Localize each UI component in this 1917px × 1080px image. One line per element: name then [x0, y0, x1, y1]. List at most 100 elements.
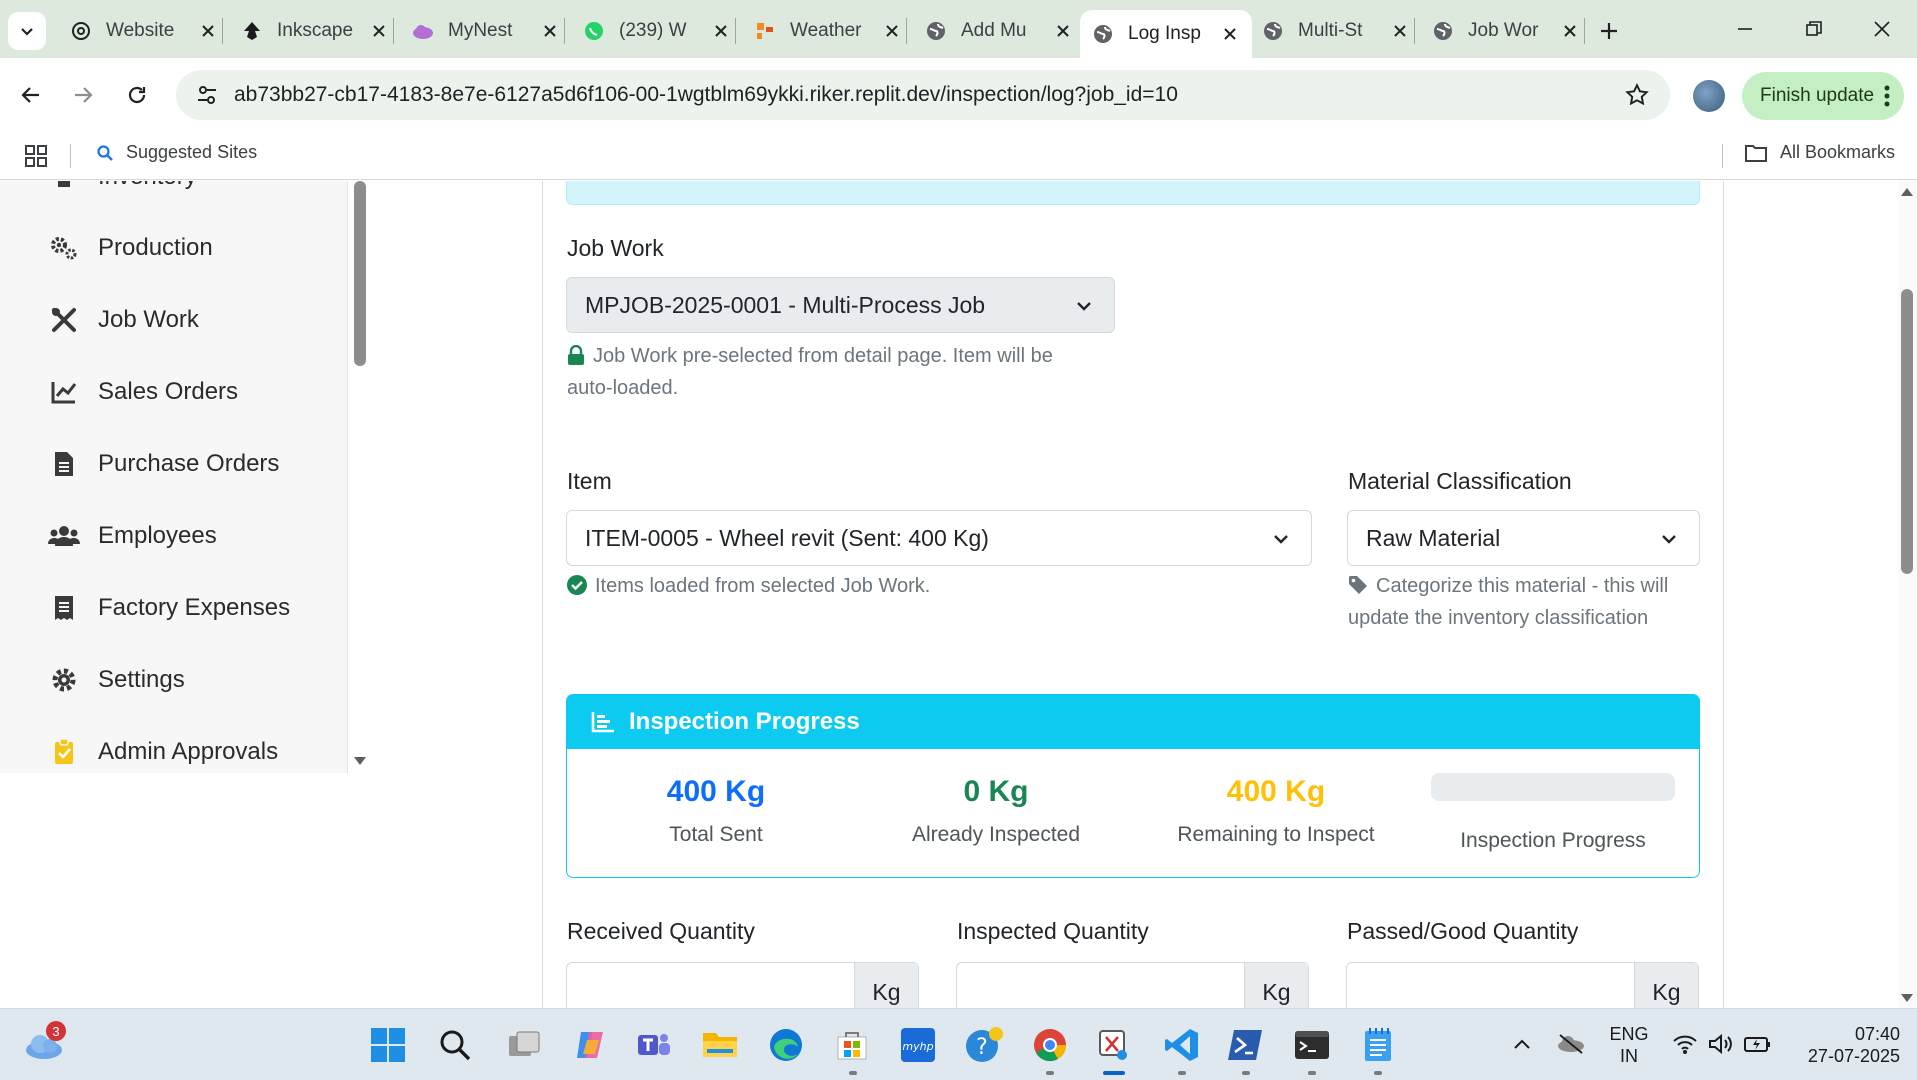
- tab-search-button[interactable]: [8, 12, 46, 50]
- close-window-button[interactable]: [1862, 14, 1902, 44]
- total-sent-stat: 400 Kg Total Sent: [586, 775, 846, 847]
- close-icon[interactable]: [1560, 21, 1580, 41]
- myhp-app[interactable]: myhp: [896, 1023, 940, 1067]
- store-icon: [837, 1032, 867, 1060]
- chrome-app[interactable]: [1028, 1023, 1072, 1067]
- job-work-select[interactable]: MPJOB-2025-0001 - Multi-Process Job: [566, 277, 1115, 333]
- finish-update-button[interactable]: Finish update: [1742, 72, 1904, 120]
- bookmark-star-icon[interactable]: [1624, 82, 1650, 108]
- browser-tab[interactable]: Job Wor: [1420, 10, 1592, 52]
- browser-tab[interactable]: Weather: [742, 10, 914, 52]
- site-settings-icon[interactable]: [194, 82, 220, 108]
- browser-tab-active[interactable]: Log Insp: [1080, 10, 1252, 58]
- all-bookmarks-label: All Bookmarks: [1780, 142, 1896, 162]
- reload-button[interactable]: [118, 76, 156, 114]
- sidebar-item-factory-expenses[interactable]: Factory Expenses: [48, 588, 290, 628]
- sidebar-item-purchase-orders[interactable]: Purchase Orders: [48, 444, 279, 484]
- snipping-tool-app[interactable]: [1092, 1023, 1136, 1067]
- sidebar-item-label: Employees: [98, 522, 217, 549]
- edge-app[interactable]: [764, 1023, 808, 1067]
- task-view-button[interactable]: [502, 1023, 546, 1067]
- wifi-icon[interactable]: [1672, 1033, 1698, 1055]
- sidebar-item-job-work[interactable]: Job Work: [48, 300, 199, 340]
- browser-toolbar: ab73bb27-cb17-4183-8e7e-6127a5d6f106-00-…: [0, 58, 1917, 130]
- arrow-right-icon: [75, 87, 93, 103]
- chevron-down-icon: [1077, 302, 1091, 311]
- restore-button[interactable]: [1794, 14, 1834, 44]
- notepad-icon: [1365, 1028, 1391, 1061]
- sidebar-item-inventory[interactable]: Inventory: [48, 181, 197, 197]
- volume-icon[interactable]: [1708, 1033, 1734, 1055]
- close-icon[interactable]: [369, 21, 389, 41]
- powershell-app[interactable]: [1224, 1023, 1268, 1067]
- address-bar[interactable]: ab73bb27-cb17-4183-8e7e-6127a5d6f106-00-…: [176, 70, 1670, 120]
- copilot-app[interactable]: [568, 1023, 612, 1067]
- close-icon[interactable]: [1053, 21, 1073, 41]
- tab-separator: [393, 18, 394, 44]
- profile-avatar[interactable]: [1693, 80, 1725, 112]
- microsoft-store-app[interactable]: [830, 1023, 874, 1067]
- sidebar-item-label: Sales Orders: [98, 378, 239, 405]
- close-icon[interactable]: [1220, 24, 1240, 44]
- item-select[interactable]: ITEM-0005 - Wheel revit (Sent: 400 Kg): [566, 510, 1312, 566]
- openai-icon: [70, 20, 92, 42]
- onedrive-icon[interactable]: [1556, 1031, 1586, 1055]
- battery-charging-icon[interactable]: [1744, 1033, 1772, 1055]
- close-icon[interactable]: [1390, 21, 1410, 41]
- browser-tab[interactable]: MyNest: [400, 10, 572, 52]
- close-icon[interactable]: [540, 21, 560, 41]
- terminal-app[interactable]: [1290, 1023, 1334, 1067]
- sidebar-item-production[interactable]: Production: [48, 228, 213, 268]
- all-bookmarks-button[interactable]: All Bookmarks: [1744, 142, 1895, 163]
- minimize-button[interactable]: [1725, 14, 1765, 44]
- get-help-app[interactable]: ?: [962, 1023, 1006, 1067]
- tab-separator: [1414, 18, 1415, 44]
- inspected-quantity-label: Inspected Quantity: [957, 918, 1149, 944]
- job-work-help: Job Work pre-selected from detail page. …: [567, 340, 1127, 404]
- material-classification-select[interactable]: Raw Material: [1347, 510, 1700, 566]
- sidebar-item-employees[interactable]: Employees: [48, 516, 217, 556]
- start-button[interactable]: [366, 1023, 410, 1067]
- sidebar-item-settings[interactable]: Settings: [48, 660, 185, 700]
- new-tab-button[interactable]: [1594, 16, 1624, 46]
- sidebar-item-sales-orders[interactable]: Sales Orders: [48, 372, 238, 412]
- taskbar-search[interactable]: [433, 1023, 477, 1067]
- input-language[interactable]: ENG IN: [1606, 1023, 1652, 1067]
- restore-icon: [1806, 21, 1822, 36]
- chevron-up-icon[interactable]: [1512, 1037, 1532, 1051]
- notepad-app[interactable]: [1356, 1023, 1400, 1067]
- sidebar-scrollbar-thumb[interactable]: [354, 181, 366, 366]
- browser-tab[interactable]: (239) W: [571, 10, 743, 52]
- browser-tab[interactable]: Multi-St: [1250, 10, 1422, 52]
- sidebar-item-admin-approvals[interactable]: Admin Approvals: [48, 732, 278, 772]
- passed-quantity-input[interactable]: [1347, 963, 1635, 1008]
- vscode-app[interactable]: [1160, 1023, 1204, 1067]
- received-quantity-input[interactable]: [567, 963, 855, 1008]
- sidebar-item-label: Purchase Orders: [98, 450, 280, 477]
- close-icon[interactable]: [198, 21, 218, 41]
- back-button[interactable]: [12, 76, 50, 114]
- browser-tab[interactable]: Website: [58, 10, 230, 52]
- browser-tab[interactable]: Inkscape: [229, 10, 401, 52]
- scroll-down-arrow-icon[interactable]: [1900, 993, 1914, 1003]
- page-scrollbar-thumb[interactable]: [1901, 289, 1913, 574]
- close-icon[interactable]: [882, 21, 902, 41]
- scroll-up-arrow-icon[interactable]: [1900, 187, 1914, 197]
- file-explorer-app[interactable]: [698, 1023, 742, 1067]
- clipboard-check-icon: [48, 738, 80, 766]
- teams-app[interactable]: [632, 1023, 676, 1067]
- material-classification-selected: Raw Material: [1366, 524, 1501, 551]
- forward-button[interactable]: [64, 76, 102, 114]
- apps-grid-icon[interactable]: [24, 144, 48, 168]
- arrow-left-icon: [21, 87, 39, 103]
- url-text[interactable]: ab73bb27-cb17-4183-8e7e-6127a5d6f106-00-…: [234, 83, 1178, 107]
- close-icon[interactable]: [711, 21, 731, 41]
- chevron-down-icon: [21, 28, 33, 36]
- running-indicator: [1308, 1071, 1316, 1075]
- clock[interactable]: 07:40 27-07-2025: [1790, 1023, 1900, 1067]
- scroll-down-arrow-icon[interactable]: [352, 755, 368, 767]
- browser-tab[interactable]: Add Mu: [913, 10, 1085, 52]
- sidebar-item-label: Production: [98, 234, 213, 261]
- suggested-sites-bookmark[interactable]: Suggested Sites: [96, 142, 257, 163]
- inspected-quantity-input[interactable]: [957, 963, 1245, 1008]
